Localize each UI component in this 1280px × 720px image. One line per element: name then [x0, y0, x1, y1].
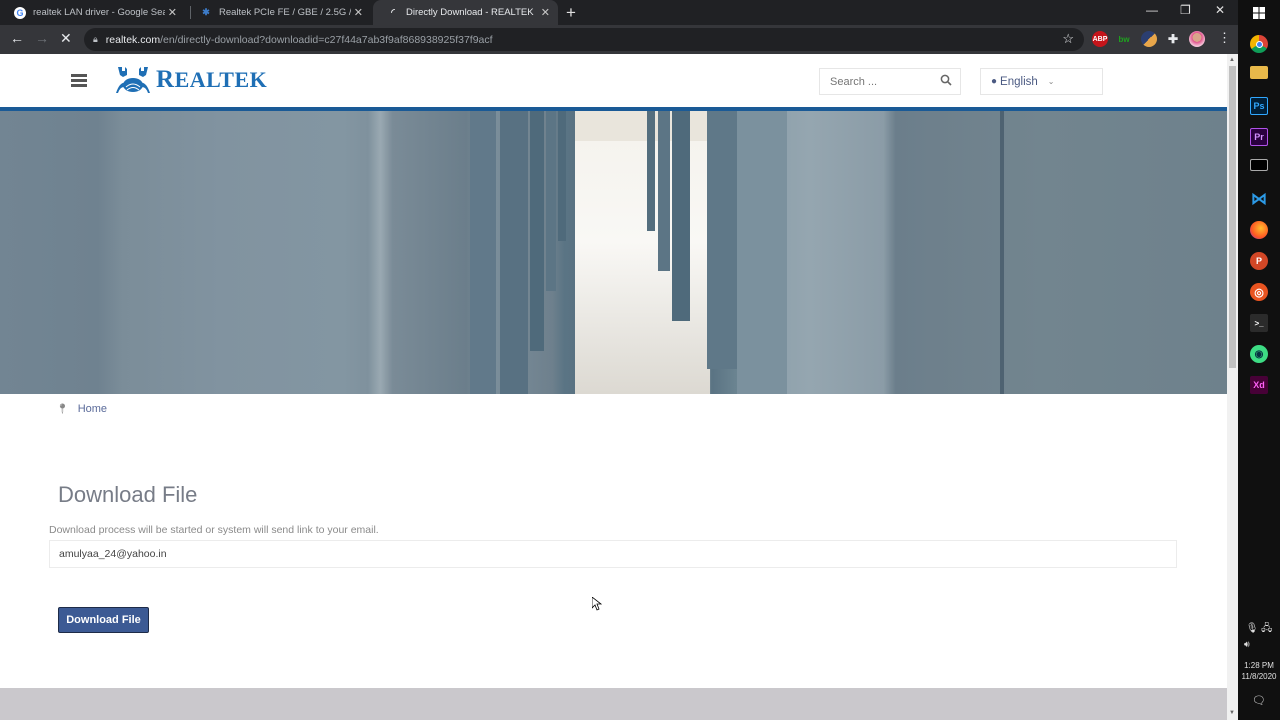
adobe-xd-icon[interactable]: Xd — [1250, 376, 1268, 394]
breadcrumb: 📍︎ Home — [56, 403, 107, 415]
address-bar[interactable]: 🔒︎ realtek.com/en/directly-download?down… — [84, 28, 1084, 51]
ubuntu-icon[interactable]: ◎ — [1250, 283, 1268, 301]
chevron-down-icon: ⌄ — [1047, 77, 1055, 86]
url-text: realtek.com/en/directly-download?downloa… — [106, 34, 493, 46]
url-host: realtek.com — [105, 33, 161, 46]
mouse-cursor-icon — [592, 597, 602, 611]
hero-pillar — [546, 111, 556, 291]
premiere-pro-icon[interactable]: Pr — [1250, 128, 1268, 146]
windows-taskbar: Ps Pr ⋈ P ◎ >_ ◉ Xd 🎙︎ 🖧 🔊︎ 1:28 PM 11/8… — [1238, 0, 1280, 720]
terminal-icon[interactable]: >_ — [1250, 314, 1268, 332]
restore-button[interactable]: ❐ — [1180, 3, 1191, 17]
brand-rest: EALTEK — [174, 67, 268, 92]
search-icon[interactable] — [940, 74, 952, 89]
close-window-button[interactable]: ✕ — [1215, 3, 1225, 17]
tab-title: realtek LAN driver - Google Search — [33, 7, 165, 18]
profile-avatar[interactable] — [1189, 31, 1205, 47]
hero-pillar — [672, 111, 690, 321]
hero-pillar — [707, 111, 737, 369]
page-viewport: REALTEK ● English ⌄ — [0, 54, 1227, 720]
hamburger-menu-icon[interactable] — [71, 74, 87, 87]
android-studio-icon[interactable]: ◉ — [1250, 345, 1268, 363]
chrome-icon[interactable] — [1250, 35, 1268, 53]
bw-extension-icon[interactable]: bw — [1116, 31, 1132, 47]
search-input[interactable] — [830, 75, 940, 88]
new-tab-button[interactable]: + — [566, 3, 576, 23]
tab-title: Realtek PCIe FE / GBE / 2.5G / Gaming — [219, 7, 351, 18]
tab-close-icon[interactable]: ✕ — [541, 6, 550, 19]
globe-icon: ● — [991, 76, 998, 87]
back-button[interactable]: ← — [10, 30, 24, 46]
hero-pillar — [530, 111, 544, 351]
language-label: English — [1000, 75, 1038, 88]
clock-date[interactable]: 11/8/2020 — [1238, 672, 1280, 681]
map-pin-icon: 📍︎ — [56, 403, 69, 415]
command-prompt-icon[interactable] — [1250, 159, 1268, 171]
page-scrollbar[interactable]: ▲ ▼ — [1227, 54, 1238, 720]
url-path: /en/directly-download?downloadid=c27f44a… — [160, 33, 493, 46]
firefox-icon[interactable] — [1250, 221, 1268, 239]
puzzle-extensions-icon[interactable]: ✚ — [1165, 31, 1181, 47]
hero-pillar — [558, 111, 566, 241]
hero-pillar — [658, 111, 670, 271]
realtek-crab-icon — [116, 67, 150, 93]
adblock-plus-icon[interactable]: ABP — [1092, 31, 1108, 47]
hero-pillar — [737, 111, 787, 394]
page-title: Download File — [58, 482, 198, 507]
breadcrumb-home[interactable]: Home — [78, 403, 107, 415]
scroll-up-arrow-icon[interactable]: ▲ — [1229, 57, 1235, 63]
hero-banner-image — [0, 111, 1227, 394]
google-icon: G — [14, 6, 26, 19]
email-field[interactable] — [49, 540, 1177, 568]
browser-toolbar: ← → ✕ 🔒︎ realtek.com/en/directly-downloa… — [0, 25, 1238, 54]
hero-pillar — [647, 111, 655, 231]
windows-start-icon[interactable] — [1250, 4, 1268, 22]
screen: G realtek LAN driver - Google Search ✕ ✱… — [0, 0, 1280, 720]
stop-loading-button[interactable]: ✕ — [60, 30, 72, 47]
tab-close-icon[interactable]: ✕ — [354, 6, 363, 19]
vscode-icon[interactable]: ⋈ — [1250, 190, 1268, 208]
hero-pillar-edge — [1000, 111, 1004, 394]
scroll-down-arrow-icon[interactable]: ▼ — [1229, 710, 1235, 716]
powerpoint-icon[interactable]: P — [1250, 252, 1268, 270]
scrollbar-thumb[interactable] — [1229, 66, 1236, 368]
minimize-button[interactable]: — — [1146, 3, 1158, 17]
hero-pillar — [470, 111, 496, 394]
bookmark-star-icon[interactable]: ☆ — [1062, 31, 1074, 47]
file-explorer-icon[interactable] — [1250, 66, 1268, 79]
footer — [0, 688, 1227, 720]
action-center-icon[interactable]: 🗨︎ — [1238, 694, 1280, 707]
clock-time[interactable]: 1:28 PM — [1238, 661, 1280, 670]
realtek-icon: ✱ — [202, 7, 210, 17]
tray-mic-network-icons[interactable]: 🎙︎ 🖧 — [1238, 621, 1280, 638]
lock-icon: 🔒︎ — [93, 34, 98, 44]
realtek-logo[interactable]: REALTEK — [114, 65, 267, 95]
language-select[interactable]: ● English ⌄ — [980, 68, 1103, 95]
brand-first-letter: R — [156, 66, 175, 93]
tab-google-search[interactable]: G realtek LAN driver - Google Search ✕ — [0, 0, 185, 25]
brand-name: REALTEK — [156, 66, 267, 94]
tab-realtek-pcie[interactable]: ✱ Realtek PCIe FE / GBE / 2.5G / Gaming … — [186, 0, 371, 25]
tab-directly-download[interactable]: ◜ Directly Download - REALTEK ✕ — [373, 0, 558, 25]
hero-pillar — [500, 111, 528, 394]
tab-close-icon[interactable]: ✕ — [168, 6, 177, 19]
site-header: REALTEK ● English ⌄ — [0, 54, 1227, 107]
download-description: Download process will be started or syst… — [49, 524, 379, 536]
site-search — [819, 68, 961, 95]
chrome-menu-icon[interactable]: ⋮ — [1218, 30, 1231, 46]
loading-spinner-icon: ◜ — [391, 7, 395, 17]
tab-title: Directly Download - REALTEK — [406, 7, 534, 18]
photoshop-icon[interactable]: Ps — [1250, 97, 1268, 115]
forward-button[interactable]: → — [35, 30, 49, 46]
extension-icon[interactable] — [1141, 31, 1157, 47]
tab-strip: G realtek LAN driver - Google Search ✕ ✱… — [0, 0, 1238, 25]
volume-icon[interactable]: 🔊︎ — [1238, 639, 1280, 650]
download-file-button[interactable]: Download File — [58, 607, 149, 633]
